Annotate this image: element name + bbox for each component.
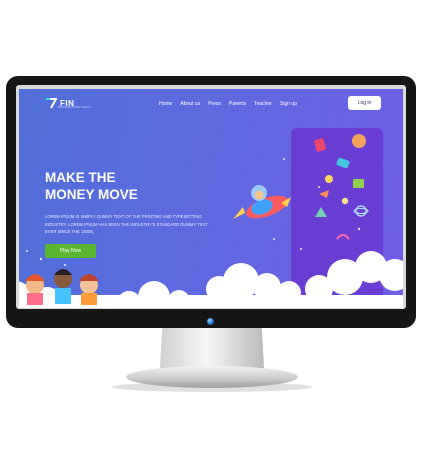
hero-title-line-1: MAKE THE	[45, 170, 116, 185]
nav-item-parents[interactable]: Parents	[229, 101, 246, 107]
hero-title-line-2: MONEY MOVE	[45, 187, 138, 202]
nav-item-sign-up[interactable]: Sign up	[280, 101, 297, 107]
bulb-icon	[341, 197, 349, 205]
hero-title: MAKE THE MONEY MOVE	[45, 169, 175, 203]
nav-item-teacher[interactable]: Teacher	[254, 101, 272, 107]
main-nav: Home About us Press Parents Teacher Sign…	[159, 101, 297, 107]
nav-item-press[interactable]: Press	[208, 101, 221, 107]
monitor-stand-neck	[160, 328, 264, 368]
monitor-bezel: FIN BRAIN AND MONEY SKILLS Home About us…	[16, 85, 406, 309]
rocket-icon	[233, 185, 291, 219]
monitor-stand-base	[126, 366, 298, 388]
monitor-frame: FIN BRAIN AND MONEY SKILLS Home About us…	[6, 76, 416, 328]
planet-icon	[352, 134, 366, 148]
logo-mark-icon	[45, 97, 57, 109]
nav-item-about-us[interactable]: About us	[180, 101, 200, 107]
clouds	[19, 251, 403, 308]
brand-tagline: BRAIN AND MONEY SKILLS	[58, 106, 91, 109]
login-button[interactable]: Log in	[348, 96, 381, 110]
hero-description: Lorem Ipsum is simply dummy text of the …	[45, 214, 208, 234]
nav-item-home[interactable]: Home	[159, 101, 172, 107]
monitor-camera-icon	[207, 318, 214, 325]
card-icon	[353, 179, 364, 188]
website-screen: FIN BRAIN AND MONEY SKILLS Home About us…	[19, 89, 403, 308]
coin-icon	[325, 175, 333, 183]
play-now-button[interactable]: Play Now	[45, 244, 96, 258]
kids-illustration	[25, 269, 99, 305]
